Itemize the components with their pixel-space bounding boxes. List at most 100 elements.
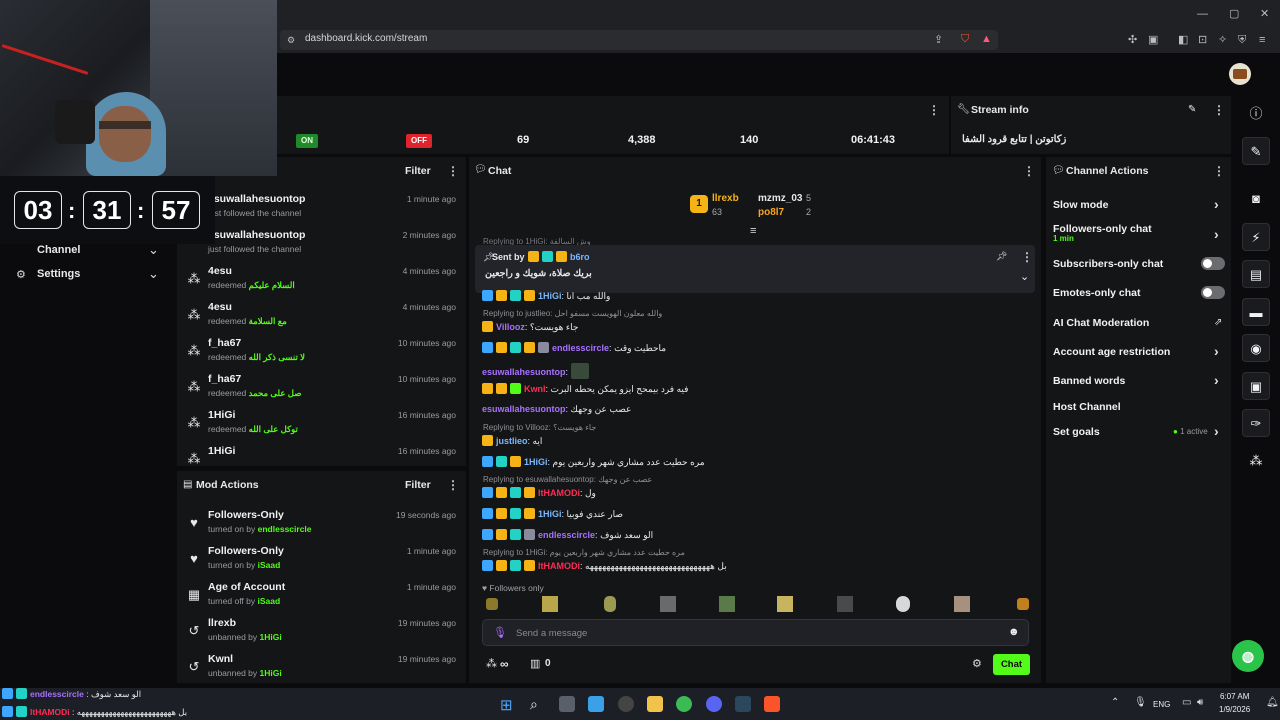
mod-action-name[interactable]: llrexb	[208, 617, 236, 629]
pin-icon[interactable]: 📌︎	[996, 251, 1007, 262]
file-explorer-icon[interactable]	[647, 696, 663, 712]
info-icon[interactable]: ⓘ	[1242, 100, 1270, 128]
more-options-icon[interactable]: ⋮	[928, 103, 940, 117]
notification-icon[interactable]: 🔔︎	[1266, 697, 1279, 708]
sidebar-item-channel[interactable]: Channel ⌄	[0, 242, 174, 264]
share-icon[interactable]: ⇪	[934, 34, 943, 46]
task-view-icon[interactable]	[559, 696, 575, 712]
external-link-icon[interactable]: ⇗	[1214, 317, 1222, 328]
leo-ai-icon[interactable]: ✧	[1218, 34, 1227, 46]
volume-icon[interactable]: 🔊︎	[1197, 697, 1203, 708]
leaderboard-second-name[interactable]: mzmz_03	[758, 193, 802, 204]
wrench-icon[interactable]: ✑	[1242, 409, 1270, 437]
leaderboard-first-name[interactable]: llrexb	[712, 193, 739, 204]
chevron-up-icon[interactable]: ⌃	[1111, 697, 1119, 708]
language-indicator[interactable]: ENG	[1153, 700, 1170, 709]
activity-user[interactable]: f_ha67	[208, 373, 241, 385]
activity-user[interactable]: 1HiGi	[208, 445, 235, 457]
more-options-icon[interactable]: ⋮	[1023, 164, 1035, 178]
more-options-icon[interactable]: ⋮	[1213, 103, 1225, 117]
emote[interactable]	[777, 596, 793, 612]
moderation-icon[interactable]: ▣	[1242, 372, 1270, 400]
list-collapse-icon[interactable]: ≡	[750, 225, 756, 237]
maximize-icon[interactable]: ▢	[1229, 8, 1239, 20]
edit-icon[interactable]: ✎	[1188, 104, 1196, 115]
emote[interactable]	[1017, 598, 1029, 610]
emote[interactable]	[542, 596, 558, 612]
emote-bar[interactable]	[486, 596, 1029, 614]
minimize-icon[interactable]: —	[1197, 8, 1208, 20]
pinned-message[interactable]: 📌︎ Sent by b6ro بريك صلاة، شويك و راجعين…	[475, 245, 1035, 293]
brave-shield-icon[interactable]: ⛉	[961, 33, 969, 45]
microphone-icon[interactable]: 🎙︎	[493, 626, 507, 639]
emote[interactable]	[719, 596, 735, 612]
emote[interactable]	[604, 596, 616, 612]
subscribers-only-toggle[interactable]	[1201, 257, 1225, 270]
chevron-down-icon[interactable]: ⌄	[1020, 270, 1029, 283]
notes-icon[interactable]: ▤	[1242, 260, 1270, 288]
site-settings-icon[interactable]: ⚙	[287, 34, 295, 46]
windows-start-icon[interactable]: ⊞	[500, 696, 513, 714]
chevron-right-icon[interactable]: ›	[1214, 226, 1219, 242]
host-channel-label[interactable]: Host Channel	[1053, 401, 1121, 413]
filter-button[interactable]: Filter	[405, 165, 431, 177]
extensions-icon[interactable]: ✣	[1128, 34, 1137, 46]
chrome-icon[interactable]	[676, 696, 692, 712]
emote[interactable]	[486, 598, 498, 610]
filter-button[interactable]: Filter	[405, 479, 431, 491]
avatar[interactable]	[1229, 63, 1251, 85]
network-icon[interactable]: ▭	[1182, 697, 1191, 708]
chat-bubble-icon[interactable]: ▬	[1242, 298, 1270, 326]
more-options-icon[interactable]: ⋮	[447, 164, 459, 178]
vpn-icon[interactable]: ⛨	[1238, 34, 1246, 46]
points-icon[interactable]: ⁂	[1242, 447, 1270, 475]
help-chat-icon[interactable]: ◍	[1232, 640, 1264, 672]
sidebar-item-settings[interactable]: ⚙ Settings ⌄	[0, 266, 174, 288]
gear-icon[interactable]: ⚙	[972, 657, 982, 670]
chevron-right-icon[interactable]: ›	[1214, 196, 1219, 212]
activity-user[interactable]: esuwallahesuontop	[208, 229, 305, 241]
chevron-right-icon[interactable]: ›	[1214, 343, 1219, 359]
chat-input[interactable]: 🎙︎ Send a message ☻	[482, 619, 1029, 646]
clock-time[interactable]: 6:07 AM	[1220, 692, 1249, 701]
close-icon[interactable]: ✕	[1260, 8, 1269, 20]
emoji-icon[interactable]: ☻	[1008, 626, 1020, 638]
pinned-user[interactable]: b6ro	[570, 252, 590, 262]
microphone-icon[interactable]: 🎙︎	[1134, 697, 1147, 708]
edit-icon[interactable]: ✎	[1242, 137, 1270, 165]
activity-user[interactable]: 4esu	[208, 301, 232, 313]
lightning-icon[interactable]: ⚡︎	[1242, 223, 1270, 251]
activity-user[interactable]: esuwallahesuontop	[208, 193, 305, 205]
leaderboard-third-name[interactable]: po8l7	[758, 207, 784, 218]
more-options-icon[interactable]: ⋮	[1021, 250, 1033, 264]
more-options-icon[interactable]: ⋮	[447, 478, 459, 492]
camera-icon[interactable]: ◙	[1242, 185, 1270, 213]
banned-words-label[interactable]: Banned words	[1053, 375, 1125, 387]
broadcast-icon[interactable]: ◉	[1242, 334, 1270, 362]
emote[interactable]	[896, 596, 910, 612]
emotes-only-toggle[interactable]	[1201, 286, 1225, 299]
brave-rewards-icon[interactable]: ▲	[981, 33, 992, 45]
activity-user[interactable]: 1HiGi	[208, 409, 235, 421]
emote[interactable]	[660, 596, 676, 612]
mod-action-name[interactable]: Kwnl	[208, 653, 233, 665]
activity-user[interactable]: 4esu	[208, 265, 232, 277]
ai-moderation-label[interactable]: AI Chat Moderation	[1053, 317, 1149, 329]
chevron-right-icon[interactable]: ›	[1214, 423, 1219, 439]
account-age-label[interactable]: Account age restriction	[1053, 346, 1170, 358]
activity-user[interactable]: f_ha67	[208, 337, 241, 349]
obs-icon[interactable]	[618, 696, 634, 712]
emote[interactable]	[954, 596, 970, 612]
search-icon[interactable]: ⌕	[530, 696, 538, 713]
sidebar-toggle-icon[interactable]: ◧	[1178, 34, 1188, 46]
wallet-icon[interactable]: ▣	[1148, 34, 1158, 46]
slow-mode-label[interactable]: Slow mode	[1053, 199, 1108, 211]
emote[interactable]	[837, 596, 853, 612]
channel-points-icon[interactable]: ⁂	[486, 657, 497, 670]
store-icon[interactable]	[588, 696, 604, 712]
steam-icon[interactable]	[735, 696, 751, 712]
clock-date[interactable]: 1/9/2026	[1219, 705, 1250, 714]
menu-icon[interactable]: ≡	[1259, 34, 1265, 46]
chevron-right-icon[interactable]: ›	[1214, 372, 1219, 388]
more-options-icon[interactable]: ⋮	[1213, 164, 1225, 178]
